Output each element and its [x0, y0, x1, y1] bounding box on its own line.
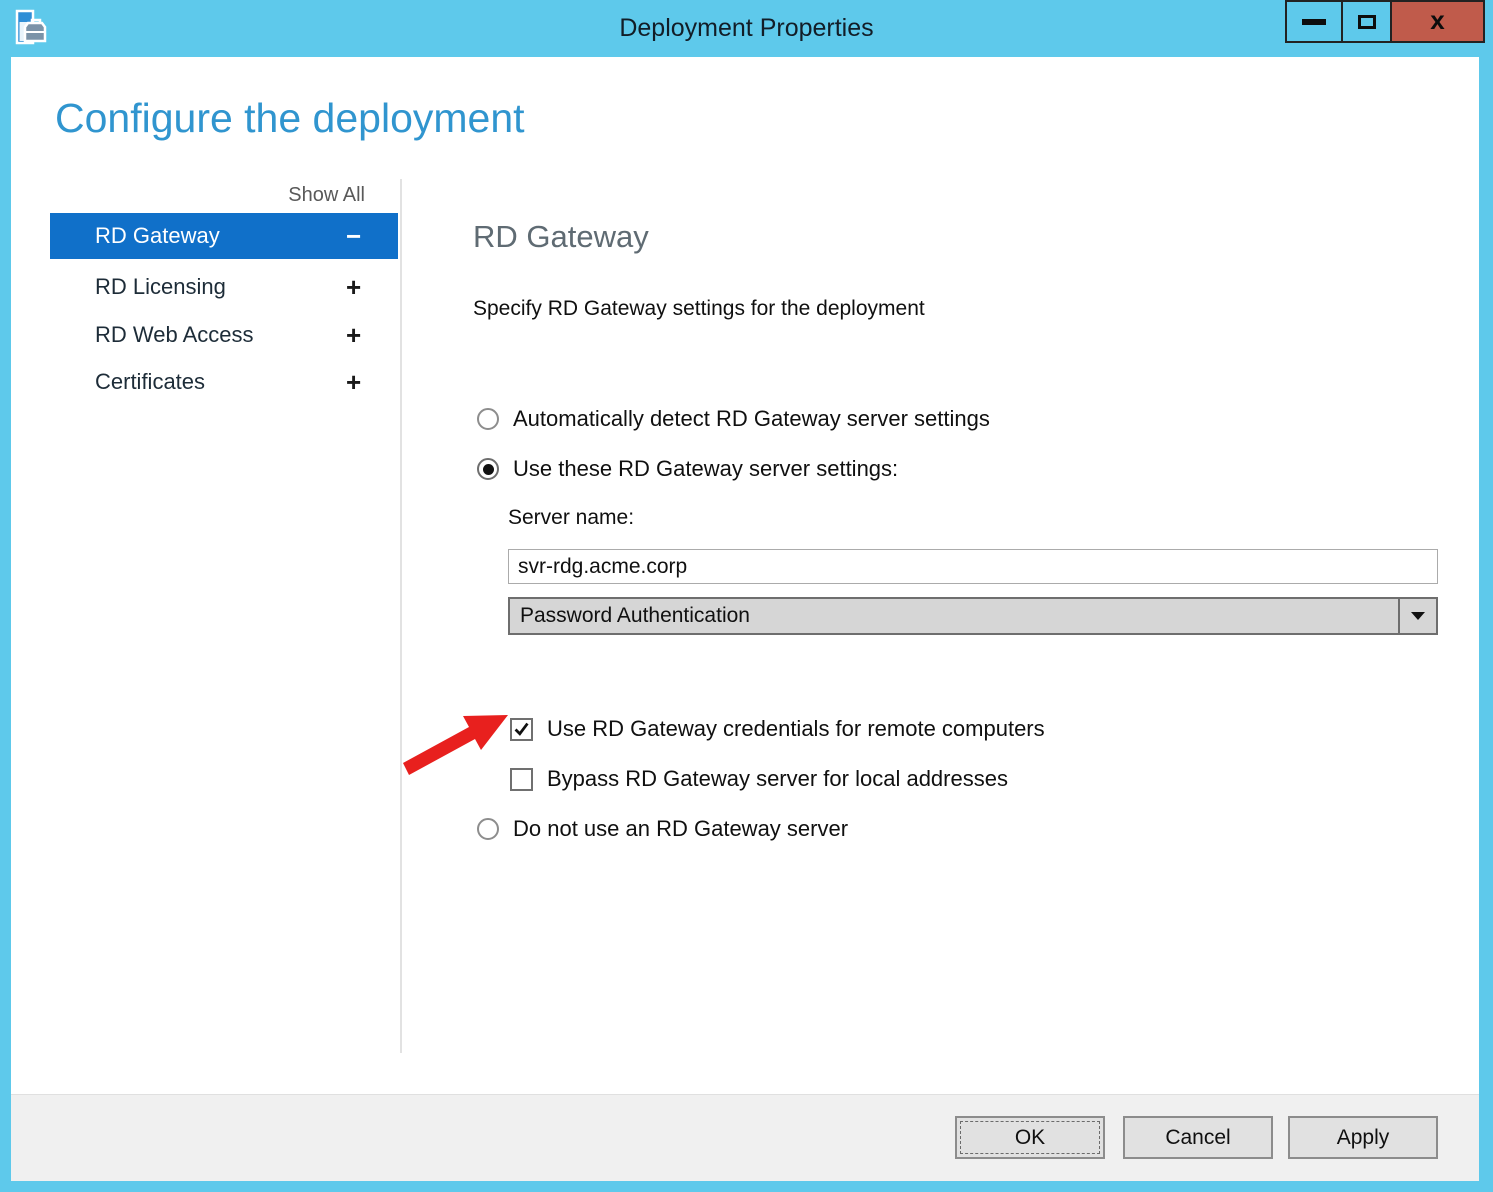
intro-text: Specify RD Gateway settings for the depl… [473, 297, 925, 320]
minimize-button[interactable] [1285, 0, 1343, 43]
logon-method-select[interactable]: Password Authentication [508, 597, 1438, 635]
close-button[interactable]: x [1390, 0, 1485, 43]
sidebar-divider [400, 179, 402, 1053]
credentials-label: Use RD Gateway credentials for remote co… [547, 716, 1045, 741]
bypass-label: Bypass RD Gateway server for local addre… [547, 766, 1008, 791]
window-title: Deployment Properties [619, 14, 874, 42]
expand-icon[interactable]: + [346, 320, 398, 351]
deployment-properties-window: { "window": { "title": "Deployment Prope… [0, 0, 1493, 1192]
page-title: Configure the deployment [55, 95, 525, 141]
radio-row-use-settings: Use these RD Gateway server settings: [477, 456, 898, 482]
logon-method-value: Password Authentication [520, 604, 750, 627]
sidebar-item-rd-licensing[interactable]: RD Licensing + [50, 264, 398, 310]
sidebar-item-rd-gateway[interactable]: RD Gateway − [50, 213, 398, 259]
sidebar-item-rd-web-access[interactable]: RD Web Access + [50, 312, 398, 358]
use-settings-label: Use these RD Gateway server settings: [513, 456, 899, 481]
dropdown-arrow-button[interactable] [1398, 599, 1436, 633]
no-gateway-label: Do not use an RD Gateway server [513, 816, 849, 841]
button-bar: OK Cancel Apply [11, 1094, 1479, 1181]
dialog-body: Configure the deployment Show All RD Gat… [11, 57, 1479, 1181]
checkbox-row-credentials: Use RD Gateway credentials for remote co… [510, 716, 1045, 742]
ok-button[interactable]: OK [955, 1116, 1105, 1159]
window-controls: x [1285, 0, 1485, 43]
section-heading: RD Gateway [473, 219, 649, 254]
expand-icon[interactable]: + [346, 272, 398, 303]
close-icon: x [1430, 4, 1445, 35]
maximize-icon [1357, 14, 1376, 29]
radio-row-no-gateway: Do not use an RD Gateway server [477, 816, 848, 842]
apply-button[interactable]: Apply [1288, 1116, 1438, 1159]
auto-detect-label: Automatically detect RD Gateway server s… [513, 406, 990, 431]
checkbox-row-bypass: Bypass RD Gateway server for local addre… [510, 766, 1008, 792]
chevron-down-icon [1411, 612, 1425, 620]
maximize-button[interactable] [1341, 0, 1392, 43]
sidebar-item-label: RD Licensing [95, 274, 226, 299]
server-name-input[interactable] [508, 549, 1438, 584]
sidebar-item-label: RD Web Access [95, 322, 254, 347]
radio-row-auto-detect: Automatically detect RD Gateway server s… [477, 406, 990, 432]
auto-detect-radio[interactable] [477, 408, 499, 430]
sidebar-item-label: RD Gateway [95, 223, 220, 248]
cancel-button[interactable]: Cancel [1123, 1116, 1273, 1159]
minimize-icon [1302, 18, 1326, 25]
titlebar: Deployment Properties x [0, 0, 1493, 57]
server-name-label: Server name: [508, 506, 635, 529]
no-gateway-radio[interactable] [477, 818, 499, 840]
expand-icon[interactable]: + [346, 367, 398, 398]
annotation-arrow-icon [403, 715, 508, 775]
collapse-icon[interactable]: − [346, 221, 398, 252]
sidebar-item-label: Certificates [95, 369, 206, 394]
show-all-link[interactable]: Show All [50, 184, 365, 207]
sidebar-item-certificates[interactable]: Certificates + [50, 359, 398, 405]
use-settings-radio[interactable] [477, 458, 499, 480]
